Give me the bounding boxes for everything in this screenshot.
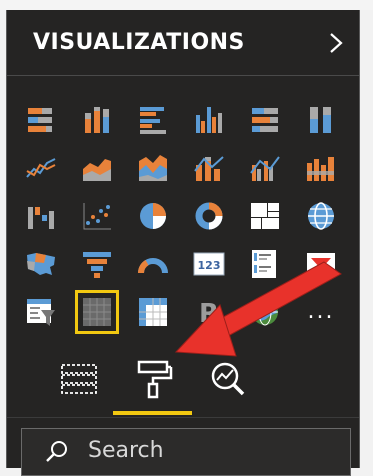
- waterfall-chart-icon[interactable]: [21, 196, 61, 236]
- line-chart-icon[interactable]: [21, 148, 61, 188]
- fields-icon[interactable]: [49, 345, 109, 413]
- pane-header: VISUALIZATIONS: [7, 10, 359, 76]
- donut-chart-icon[interactable]: [189, 196, 229, 236]
- map-icon[interactable]: [301, 196, 341, 236]
- table-icon[interactable]: [75, 290, 119, 334]
- analytics-icon[interactable]: [197, 345, 257, 413]
- stacked-bar-chart-icon[interactable]: [21, 100, 61, 140]
- funnel-icon[interactable]: [77, 244, 117, 284]
- clustered-column-chart-icon[interactable]: [189, 100, 229, 140]
- stacked-area-chart-icon[interactable]: [133, 148, 173, 188]
- 100-percent-stacked-column-chart-icon[interactable]: [301, 100, 341, 140]
- matrix-icon[interactable]: [133, 292, 173, 332]
- pane-tabs: [7, 345, 359, 415]
- clustered-bar-chart-icon[interactable]: [133, 100, 173, 140]
- top-cropped-strip: [0, 0, 373, 10]
- format-paint-roller-icon[interactable]: [123, 345, 183, 413]
- visual-gallery: 123 R ...: [21, 100, 351, 350]
- card-icon[interactable]: 123: [189, 244, 229, 284]
- r-script-visual-icon[interactable]: R: [189, 292, 229, 332]
- scatter-chart-icon[interactable]: [77, 196, 117, 236]
- ribbon-chart-icon[interactable]: [301, 148, 341, 188]
- search-placeholder: Search: [88, 438, 164, 463]
- slicer-icon[interactable]: [21, 292, 61, 332]
- gauge-icon[interactable]: [133, 244, 173, 284]
- line-and-stacked-column-chart-icon[interactable]: [189, 148, 229, 188]
- line-and-clustered-column-chart-icon[interactable]: [245, 148, 285, 188]
- search-input[interactable]: Search: [21, 428, 351, 476]
- chevron-right-icon[interactable]: [325, 30, 347, 56]
- svg-text:R: R: [199, 299, 219, 329]
- stacked-column-chart-icon[interactable]: [77, 100, 117, 140]
- visualizations-pane: VISUALIZATIONS 123 R ... Search: [6, 10, 360, 476]
- kpi-icon[interactable]: [301, 244, 341, 284]
- pie-chart-icon[interactable]: [133, 196, 173, 236]
- 100-percent-stacked-bar-chart-icon[interactable]: [245, 100, 285, 140]
- more-visuals-label: ...: [307, 299, 335, 324]
- active-tab-indicator: [113, 411, 192, 415]
- svg-text:123: 123: [198, 259, 221, 272]
- search-icon: [46, 441, 67, 462]
- divider: [7, 417, 359, 418]
- treemap-icon[interactable]: [245, 196, 285, 236]
- filled-map-icon[interactable]: [21, 244, 61, 284]
- area-chart-icon[interactable]: [77, 148, 117, 188]
- multi-row-card-icon[interactable]: [245, 244, 285, 284]
- pane-title: VISUALIZATIONS: [33, 30, 245, 55]
- more-visuals-icon[interactable]: ...: [301, 292, 341, 332]
- arcgis-map-icon[interactable]: [245, 292, 285, 332]
